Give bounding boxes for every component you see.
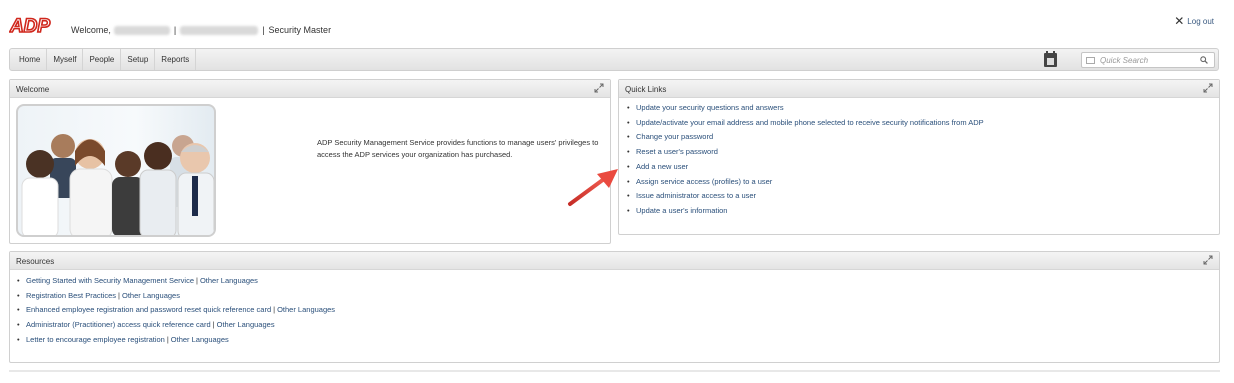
- resource-link[interactable]: Enhanced employee registration and passw…: [26, 305, 271, 314]
- list-item: Administrator (Practitioner) access quic…: [14, 318, 335, 333]
- quick-link-add-user[interactable]: Add a new user: [624, 160, 984, 175]
- separator: |: [262, 25, 265, 35]
- nav-item-home[interactable]: Home: [10, 49, 48, 70]
- quick-link-issue-admin[interactable]: Issue administrator access to a user: [624, 189, 984, 204]
- footer-divider: [9, 370, 1220, 372]
- panel-title: Welcome: [16, 85, 50, 94]
- resource-link[interactable]: Administrator (Practitioner) access quic…: [26, 320, 211, 329]
- other-languages-link[interactable]: Other Languages: [122, 291, 180, 300]
- nav-item-people[interactable]: People: [83, 49, 122, 70]
- nav-item-setup[interactable]: Setup: [121, 49, 156, 70]
- logout-label: Log out: [1187, 16, 1214, 26]
- separator: |: [212, 320, 215, 330]
- panel-header: Resources: [10, 252, 1219, 270]
- logout-link[interactable]: ✕ Log out: [1174, 14, 1214, 28]
- quick-links-list: Update your security questions and answe…: [624, 101, 984, 219]
- quick-link-update-contact[interactable]: Update/activate your email address and m…: [624, 116, 984, 131]
- quick-search: [1081, 52, 1215, 68]
- quick-link-change-password[interactable]: Change your password: [624, 130, 984, 145]
- separator: |: [118, 290, 120, 300]
- expand-icon[interactable]: [1203, 83, 1213, 93]
- resources-list: Getting Started with Security Management…: [14, 274, 335, 348]
- list-item: Enhanced employee registration and passw…: [14, 303, 335, 318]
- adp-logo[interactable]: ADP: [9, 15, 51, 37]
- app-header: ADP Welcome, | | Security Master ✕ Log o…: [0, 0, 1234, 46]
- other-languages-link[interactable]: Other Languages: [200, 276, 258, 285]
- quick-link-assign-access[interactable]: Assign service access (profiles) to a us…: [624, 175, 984, 190]
- panel-title: Resources: [16, 257, 55, 266]
- svg-text:ADP: ADP: [9, 16, 50, 37]
- nav-item-reports[interactable]: Reports: [155, 49, 197, 70]
- panel-title: Quick Links: [625, 85, 667, 94]
- resource-link[interactable]: Letter to encourage employee registratio…: [26, 335, 165, 344]
- quick-links-panel: Quick Links Update your security questio…: [618, 79, 1220, 235]
- calendar-icon[interactable]: [1044, 51, 1057, 67]
- app-name: Security Master: [268, 25, 332, 35]
- list-item: Registration Best Practices|Other Langua…: [14, 289, 335, 304]
- quick-search-input[interactable]: [1100, 55, 1186, 65]
- separator: |: [196, 276, 198, 285]
- close-icon: ✕: [1174, 14, 1185, 28]
- quick-link-update-user[interactable]: Update a user's information: [624, 204, 984, 219]
- list-item: Getting Started with Security Management…: [14, 274, 335, 289]
- panel-header: Quick Links: [619, 80, 1219, 98]
- nav-items: Home Myself People Setup Reports: [10, 49, 1218, 70]
- nav-item-myself[interactable]: Myself: [47, 49, 84, 70]
- expand-icon[interactable]: [594, 83, 604, 93]
- other-languages-link[interactable]: Other Languages: [217, 320, 275, 329]
- image-icon: [1086, 56, 1095, 64]
- search-icon[interactable]: [1200, 56, 1208, 64]
- team-photo: [16, 104, 216, 237]
- welcome-panel: Welcome ADP Security Management Service …: [9, 79, 611, 244]
- redacted-user-id: [180, 25, 259, 35]
- welcome-line: Welcome, | | Security Master: [71, 25, 331, 35]
- resource-link[interactable]: Registration Best Practices: [26, 291, 116, 300]
- welcome-description: ADP Security Management Service provides…: [317, 138, 599, 159]
- welcome-label: Welcome,: [71, 25, 111, 35]
- quick-link-reset-password[interactable]: Reset a user's password: [624, 145, 984, 160]
- other-languages-link[interactable]: Other Languages: [277, 305, 335, 314]
- list-item: Letter to encourage employee registratio…: [14, 333, 335, 348]
- panel-header: Welcome: [10, 80, 610, 98]
- separator: |: [166, 334, 169, 344]
- other-languages-link[interactable]: Other Languages: [171, 335, 229, 344]
- resource-link[interactable]: Getting Started with Security Management…: [26, 276, 194, 285]
- redacted-user-name: [113, 25, 170, 35]
- annotation-arrow: [568, 169, 618, 206]
- separator: |: [273, 305, 276, 315]
- resources-panel: Resources Getting Started with Security …: [9, 251, 1220, 363]
- expand-icon[interactable]: [1203, 255, 1213, 265]
- separator: |: [173, 25, 177, 35]
- quick-link-security-questions[interactable]: Update your security questions and answe…: [624, 101, 984, 116]
- main-nav: Home Myself People Setup Reports: [9, 48, 1219, 71]
